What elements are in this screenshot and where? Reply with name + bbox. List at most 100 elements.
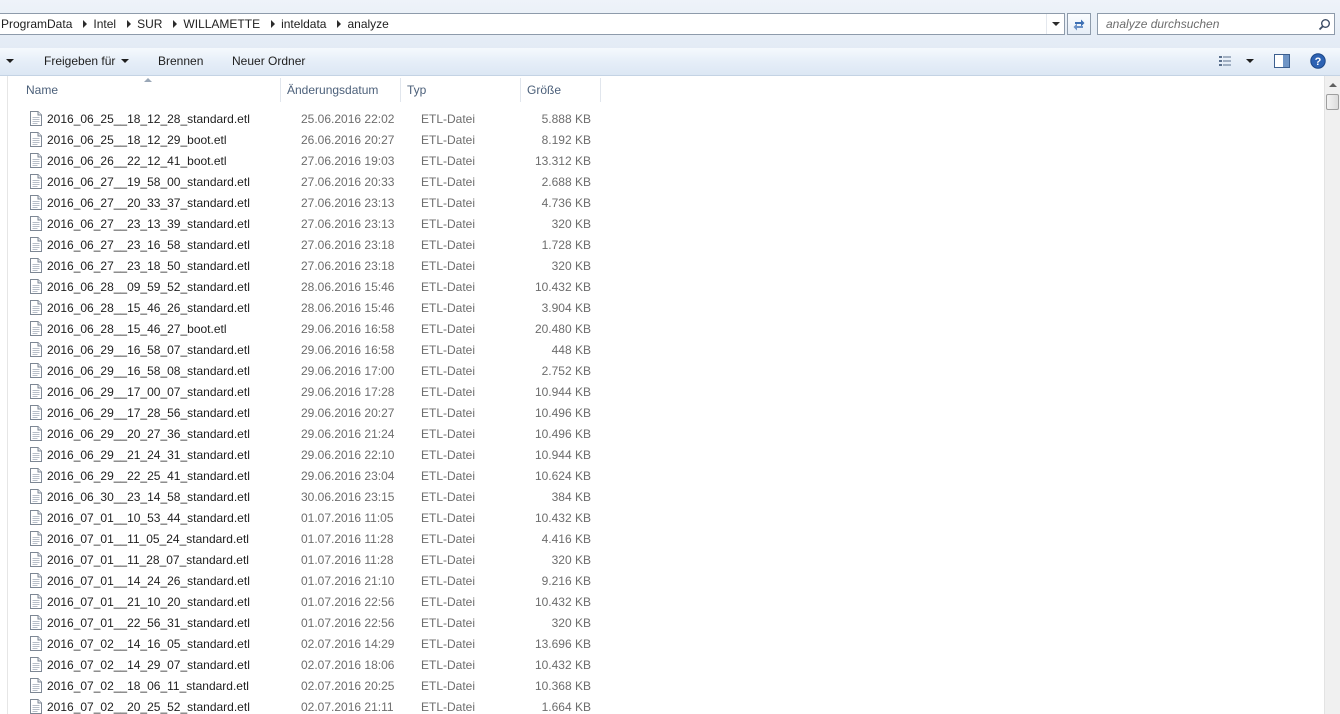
file-size: 10.368 KB bbox=[534, 678, 591, 693]
breadcrumb-separator[interactable] bbox=[332, 14, 346, 34]
breadcrumb-item[interactable]: analyze bbox=[346, 14, 394, 34]
file-icon bbox=[28, 363, 44, 379]
file-size: 10.432 KB bbox=[534, 657, 591, 672]
file-row[interactable]: 2016_06_29__17_00_07_standard.etl 29.06.2… bbox=[24, 381, 591, 402]
file-row[interactable]: 2016_06_29__16_58_08_standard.etl 29.06.2… bbox=[24, 360, 591, 381]
file-row[interactable]: 2016_06_27__23_18_50_standard.etl 27.06.2… bbox=[24, 255, 591, 276]
view-options-button[interactable] bbox=[1218, 52, 1254, 70]
file-row[interactable]: 2016_07_01__11_28_07_standard.etl 01.07.2… bbox=[24, 549, 591, 570]
file-row[interactable]: 2016_07_02__14_16_05_standard.etl 02.07.2… bbox=[24, 633, 591, 654]
file-row[interactable]: 2016_07_02__18_06_11_standard.etl 02.07.2… bbox=[24, 675, 591, 696]
file-date: 26.06.2016 20:27 bbox=[301, 132, 395, 147]
file-row[interactable]: 2016_06_25__18_12_29_boot.etl 26.06.2016 … bbox=[24, 129, 591, 150]
file-name: 2016_06_29__21_24_31_standard.etl bbox=[47, 447, 250, 462]
file-row[interactable]: 2016_06_27__20_33_37_standard.etl 27.06.2… bbox=[24, 192, 591, 213]
search-box[interactable] bbox=[1097, 13, 1335, 35]
scroll-thumb[interactable] bbox=[1326, 94, 1339, 110]
vertical-scrollbar[interactable] bbox=[1324, 76, 1340, 714]
file-row[interactable]: 2016_07_01__14_24_26_standard.etl 01.07.2… bbox=[24, 570, 591, 591]
column-header-date[interactable]: Änderungsdatum bbox=[281, 78, 401, 102]
file-name: 2016_06_29__20_27_36_standard.etl bbox=[47, 426, 250, 441]
file-icon bbox=[28, 279, 44, 295]
file-name: 2016_06_27__23_16_58_standard.etl bbox=[47, 237, 250, 252]
file-size: 20.480 KB bbox=[534, 321, 591, 336]
breadcrumb-separator[interactable] bbox=[78, 14, 92, 34]
file-date: 29.06.2016 22:10 bbox=[301, 447, 395, 462]
breadcrumb-item[interactable]: WILLAMETTE bbox=[182, 14, 266, 34]
column-header-name[interactable]: Name bbox=[20, 78, 281, 102]
file-date: 29.06.2016 16:58 bbox=[301, 342, 395, 357]
chevron-down-icon bbox=[121, 59, 130, 63]
file-row[interactable]: 2016_06_28__15_46_26_standard.etl 28.06.2… bbox=[24, 297, 591, 318]
breadcrumb-item[interactable]: SUR bbox=[136, 14, 168, 34]
file-row[interactable]: 2016_06_29__22_25_41_standard.etl 29.06.2… bbox=[24, 465, 591, 486]
file-row[interactable]: 2016_06_25__18_12_28_standard.etl 25.06.2… bbox=[24, 108, 591, 129]
file-name: 2016_06_25__18_12_29_boot.etl bbox=[47, 132, 227, 147]
file-row[interactable]: 2016_07_02__20_25_52_standard.etl 02.07.2… bbox=[24, 696, 591, 714]
file-icon bbox=[28, 384, 44, 400]
file-icon bbox=[28, 594, 44, 610]
file-type: ETL-Datei bbox=[421, 468, 476, 483]
file-size: 4.736 KB bbox=[541, 195, 591, 210]
refresh-icon bbox=[1073, 19, 1085, 31]
preview-pane-button[interactable] bbox=[1272, 52, 1292, 70]
file-row[interactable]: 2016_06_30__23_14_58_standard.etl 30.06.2… bbox=[24, 486, 591, 507]
file-date: 01.07.2016 22:56 bbox=[301, 615, 395, 630]
breadcrumb-separator[interactable] bbox=[266, 14, 280, 34]
file-icon bbox=[28, 468, 44, 484]
file-icon bbox=[28, 216, 44, 232]
file-size: 8.192 KB bbox=[541, 132, 591, 147]
file-row[interactable]: 2016_06_29__16_58_07_standard.etl 29.06.2… bbox=[24, 339, 591, 360]
file-row[interactable]: 2016_06_28__15_46_27_boot.etl 29.06.2016 … bbox=[24, 318, 591, 339]
file-type: ETL-Datei bbox=[421, 195, 476, 210]
file-row[interactable]: 2016_06_28__09_59_52_standard.etl 28.06.2… bbox=[24, 276, 591, 297]
file-row[interactable]: 2016_06_29__21_24_31_standard.etl 29.06.2… bbox=[24, 444, 591, 465]
file-type: ETL-Datei bbox=[421, 573, 476, 588]
refresh-button[interactable] bbox=[1067, 13, 1091, 35]
breadcrumb-separator[interactable] bbox=[122, 14, 136, 34]
breadcrumb-item[interactable]: Intel bbox=[92, 14, 122, 34]
new-folder-button[interactable]: Neuer Ordner bbox=[232, 48, 305, 74]
file-row[interactable]: 2016_06_29__17_28_56_standard.etl 29.06.2… bbox=[24, 402, 591, 423]
file-date: 02.07.2016 18:06 bbox=[301, 657, 395, 672]
file-type: ETL-Datei bbox=[421, 342, 476, 357]
column-header-type[interactable]: Typ bbox=[401, 78, 521, 102]
file-type: ETL-Datei bbox=[421, 552, 476, 567]
file-row[interactable]: 2016_06_27__23_13_39_standard.etl 27.06.2… bbox=[24, 213, 591, 234]
column-header-type-label: Typ bbox=[407, 83, 427, 97]
file-icon bbox=[28, 678, 44, 694]
file-name: 2016_07_01__22_56_31_standard.etl bbox=[47, 615, 250, 630]
file-name: 2016_07_02__20_25_52_standard.etl bbox=[47, 699, 250, 714]
organize-dropdown[interactable] bbox=[6, 48, 14, 74]
breadcrumb-item[interactable]: ProgramData bbox=[0, 14, 78, 34]
chevron-right-icon bbox=[337, 20, 342, 28]
help-button[interactable]: ? bbox=[1309, 52, 1327, 70]
search-input[interactable] bbox=[1098, 15, 1314, 33]
breadcrumb-separator[interactable] bbox=[168, 14, 182, 34]
file-row[interactable]: 2016_07_01__10_53_44_standard.etl 01.07.2… bbox=[24, 507, 591, 528]
file-type: ETL-Datei bbox=[421, 531, 476, 546]
burn-button[interactable]: Brennen bbox=[158, 48, 203, 74]
address-bar[interactable]: ProgramData Intel SUR WILLAMETTE inteldata an… bbox=[0, 13, 1065, 35]
file-row[interactable]: 2016_07_02__14_29_07_standard.etl 02.07.2… bbox=[24, 654, 591, 675]
file-row[interactable]: 2016_06_27__19_58_00_standard.etl 27.06.2… bbox=[24, 171, 591, 192]
column-header-size[interactable]: Größe bbox=[521, 78, 601, 102]
scroll-up-button[interactable] bbox=[1325, 76, 1340, 93]
file-size: 13.696 KB bbox=[534, 636, 591, 651]
file-date: 02.07.2016 14:29 bbox=[301, 636, 395, 651]
file-row[interactable]: 2016_07_01__22_56_31_standard.etl 01.07.2… bbox=[24, 612, 591, 633]
file-row[interactable]: 2016_07_01__11_05_24_standard.etl 01.07.2… bbox=[24, 528, 591, 549]
breadcrumb-item[interactable]: inteldata bbox=[280, 14, 332, 34]
file-date: 28.06.2016 15:46 bbox=[301, 279, 395, 294]
file-row[interactable]: 2016_07_01__21_10_20_standard.etl 01.07.2… bbox=[24, 591, 591, 612]
file-size: 4.416 KB bbox=[541, 531, 591, 546]
file-row[interactable]: 2016_06_27__23_16_58_standard.etl 27.06.2… bbox=[24, 234, 591, 255]
address-history-dropdown[interactable] bbox=[1046, 14, 1064, 34]
file-row[interactable]: 2016_06_26__22_12_41_boot.etl 27.06.2016 … bbox=[24, 150, 591, 171]
file-type: ETL-Datei bbox=[421, 636, 476, 651]
file-name: 2016_06_29__17_28_56_standard.etl bbox=[47, 405, 250, 420]
file-row[interactable]: 2016_06_29__20_27_36_standard.etl 29.06.2… bbox=[24, 423, 591, 444]
file-size: 320 KB bbox=[551, 552, 591, 567]
share-with-button[interactable]: Freigeben für bbox=[44, 48, 130, 74]
search-icon[interactable] bbox=[1314, 14, 1334, 34]
